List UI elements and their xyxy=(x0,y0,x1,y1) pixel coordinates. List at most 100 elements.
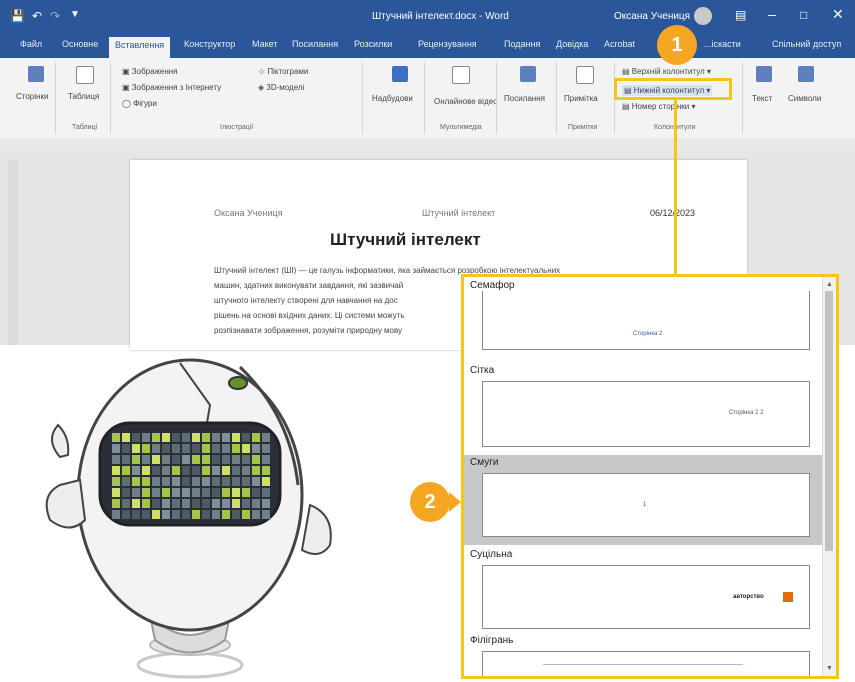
callout-1: 1 xyxy=(657,25,697,65)
comment-button[interactable]: Примітка xyxy=(564,94,598,103)
pages-button[interactable]: Сторінки xyxy=(16,92,48,101)
redo-icon[interactable]: ↷ xyxy=(50,9,60,23)
tab-references[interactable]: Посилання xyxy=(292,39,338,49)
group-illustrations: Ілюстрації xyxy=(220,124,254,131)
omega-icon xyxy=(798,66,814,82)
shapes-label: Фігури xyxy=(133,99,157,108)
gallery-item-thumbnail[interactable]: авторство xyxy=(482,565,810,629)
3d-models-label: 3D-моделі xyxy=(266,83,305,92)
tab-file[interactable]: Файл xyxy=(20,39,42,49)
robot-illustration xyxy=(45,358,332,679)
online-pictures-button[interactable]: ▣ Зображення з Інтернету xyxy=(122,83,221,92)
divider xyxy=(110,62,111,134)
footer-highlight xyxy=(614,78,732,100)
customize-qat-icon[interactable]: ▼ xyxy=(70,9,80,20)
pictures-label: Зображення xyxy=(131,67,178,76)
divider xyxy=(556,62,557,134)
divider xyxy=(362,62,363,134)
document-title-text: Штучний інтелект xyxy=(330,230,481,249)
header-title: Штучний інтелект xyxy=(422,208,496,218)
links-button[interactable]: Посилання xyxy=(504,94,545,103)
table-button[interactable]: Таблиця xyxy=(68,92,99,101)
group-tables: Таблиці xyxy=(72,124,98,131)
share-button[interactable]: Спільний доступ xyxy=(772,39,841,49)
gallery-item-name: Смуги xyxy=(470,457,499,468)
header-label: Верхній колонтитул xyxy=(631,67,705,76)
3d-models-button[interactable]: ◈ 3D-моделі xyxy=(258,83,304,92)
gallery-item-thumbnail[interactable]: Сторінка 2 2 xyxy=(482,381,810,447)
divider xyxy=(742,62,743,134)
gallery-item-name: Філігрань xyxy=(470,635,514,646)
group-comments: Примітки xyxy=(568,124,598,131)
ribbon-tabs: Файл Основне Вставлення Конструктор Маке… xyxy=(0,34,855,58)
divider xyxy=(496,62,497,134)
tab-layout[interactable]: Макет xyxy=(252,39,277,49)
divider xyxy=(55,62,56,134)
gallery-scrollbar[interactable]: ▲ ▼ xyxy=(822,277,836,676)
body-line: розпізнавати зображення, розуміти природ… xyxy=(214,326,403,335)
save-icon[interactable]: 💾 xyxy=(10,9,25,23)
tab-view[interactable]: Подання xyxy=(504,39,540,49)
text-button[interactable]: Текст xyxy=(752,94,772,103)
gallery-item-name: Суцільна xyxy=(470,549,513,560)
shapes-button[interactable]: ◯ Фігури xyxy=(122,99,157,108)
tab-home[interactable]: Основне xyxy=(62,39,98,49)
icons-button[interactable]: ☆ Піктограми xyxy=(258,67,308,76)
thumbnail-text: Сторінка 2 2 xyxy=(729,410,764,416)
ribbon-display-icon[interactable]: ▤ xyxy=(735,8,746,22)
body-line: рішень на основі вхідних даних. Ці систе… xyxy=(214,311,405,320)
gallery-item-name: Семафор xyxy=(470,280,515,291)
callout-2: 2 xyxy=(410,482,450,522)
maximize-icon[interactable]: □ xyxy=(800,8,807,22)
header-button[interactable]: ▤ Верхній колонтитул ▾ xyxy=(622,67,711,76)
gallery-item-thumbnail[interactable]: 1 xyxy=(482,473,810,537)
scroll-down-icon[interactable]: ▼ xyxy=(826,665,833,672)
links-icon xyxy=(520,66,536,82)
divider xyxy=(424,62,425,134)
close-icon[interactable]: ✕ xyxy=(832,6,844,23)
undo-icon[interactable]: ↶ xyxy=(32,9,42,23)
document-title: Штучний інтелект.docx - Word xyxy=(372,11,509,22)
gallery-item-name: Сітка xyxy=(470,365,495,376)
watermark-line xyxy=(543,664,743,665)
pictures-button[interactable]: ▣ Зображення xyxy=(122,67,178,76)
footer-gallery[interactable]: Семафор Сторінка 2 Сітка Сторінка 2 2 См… xyxy=(461,274,839,679)
gallery-item-thumbnail[interactable] xyxy=(482,651,810,676)
scroll-thumb[interactable] xyxy=(825,291,833,551)
avatar[interactable] xyxy=(694,7,712,25)
scroll-up-icon[interactable]: ▲ xyxy=(826,281,833,288)
group-media: Мультимедіа xyxy=(440,124,482,131)
page-number-square xyxy=(783,592,793,602)
online-video-icon xyxy=(452,66,470,84)
header-date: 06/12/2023 xyxy=(650,208,696,218)
body-line: штучного інтелекту створені для навчання… xyxy=(214,296,398,305)
tab-help[interactable]: Довідка xyxy=(556,39,588,49)
minimize-icon[interactable]: – xyxy=(768,6,776,22)
title-bar: 💾 ↶ ↷ ▼ Штучний інтелект.docx - Word Окс… xyxy=(0,0,855,34)
comment-icon xyxy=(576,66,594,84)
addins-icon xyxy=(392,66,408,82)
online-video-button[interactable]: Онлайнове відео xyxy=(434,97,498,106)
header-author: Оксана Учениця xyxy=(214,208,283,218)
tab-review[interactable]: Рецензування xyxy=(418,39,477,49)
thumbnail-text: Сторінка 2 xyxy=(633,331,663,337)
page-number-button[interactable]: ▤ Номер сторінки ▾ xyxy=(622,102,696,111)
addins-button[interactable]: Надбудови xyxy=(372,94,413,103)
thumbnail-text: 1 xyxy=(643,502,647,508)
tab-design[interactable]: Конструктор xyxy=(184,39,235,49)
tab-tell-me[interactable]: ...іскасти xyxy=(704,39,741,49)
tab-acrobat[interactable]: Acrobat xyxy=(604,39,635,49)
pages-icon xyxy=(28,66,44,82)
callout-2-pointer xyxy=(449,492,461,512)
icons-label: Піктограми xyxy=(267,67,309,76)
online-pictures-label: Зображення з Інтернету xyxy=(131,83,222,92)
thumbnail-text: авторство xyxy=(733,594,764,600)
user-name[interactable]: Оксана Учениця xyxy=(614,11,690,22)
text-icon xyxy=(756,66,772,82)
gallery-item-thumbnail[interactable]: Сторінка 2 xyxy=(482,291,810,350)
table-icon xyxy=(76,66,94,84)
tab-insert[interactable]: Вставлення xyxy=(109,37,171,58)
symbols-button[interactable]: Символи xyxy=(788,94,821,103)
tab-mailings[interactable]: Розсилки xyxy=(354,39,392,49)
ruler xyxy=(0,138,855,153)
